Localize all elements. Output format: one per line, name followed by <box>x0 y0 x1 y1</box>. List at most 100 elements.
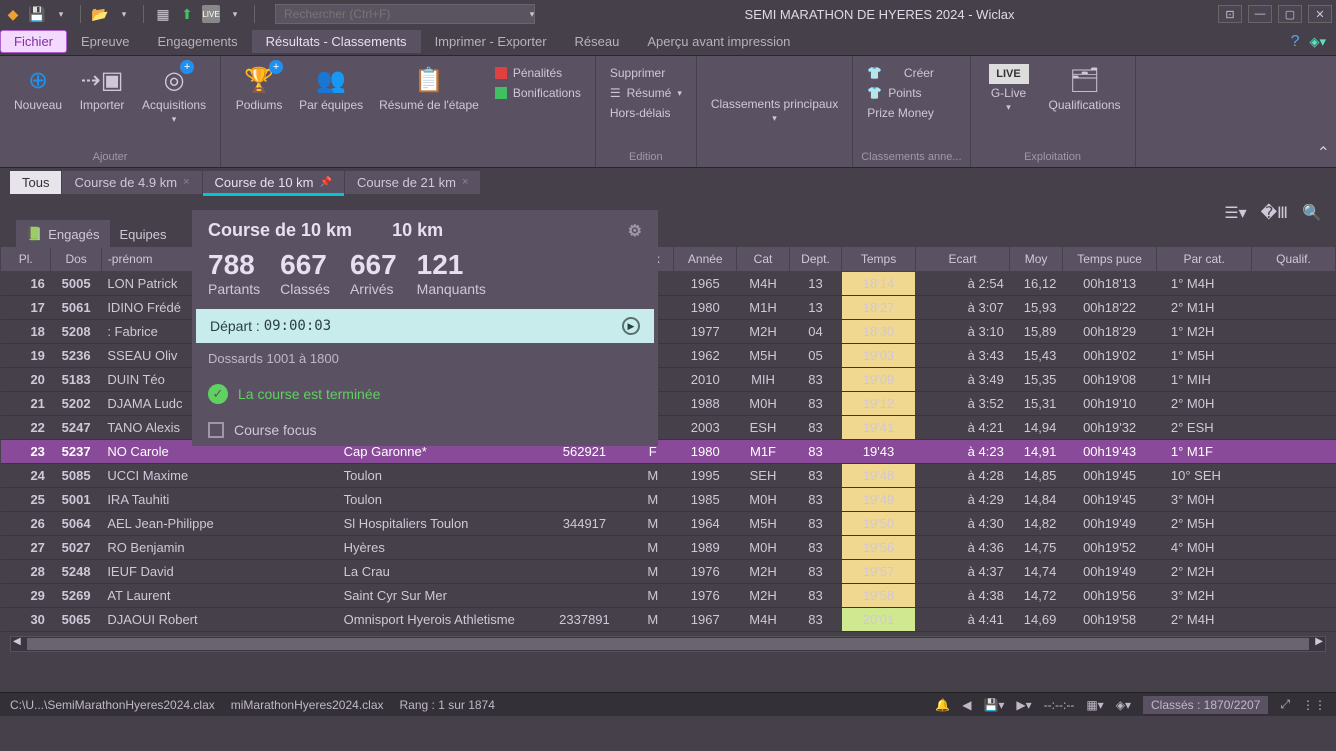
chevron-left-icon[interactable]: ◀ <box>962 698 971 712</box>
tab-course-10[interactable]: Course de 10 km📌 <box>203 171 345 194</box>
stat-arrives-value: 667 <box>350 249 397 281</box>
scrollbar-thumb[interactable] <box>27 638 1309 650</box>
ribbon-acquisitions[interactable]: ◎+ Acquisitions ▾ <box>136 60 212 149</box>
ribbon-label: Classements principaux <box>711 97 838 111</box>
menu-fichier[interactable]: Fichier <box>0 30 67 53</box>
col-cat[interactable]: Cat <box>737 247 790 272</box>
stat-classes-label: Classés <box>280 281 330 297</box>
window-button[interactable]: ⊡ <box>1218 5 1242 23</box>
columns-icon[interactable]: �Ⅲ <box>1261 203 1288 223</box>
menu-resultats[interactable]: Résultats - Classements <box>252 30 421 53</box>
ribbon-group-classements-anne: Classements anne... <box>861 149 961 163</box>
search-icon[interactable]: 🔍 <box>1302 203 1322 223</box>
list-icon: ☰ <box>610 86 621 100</box>
grid-status-icon[interactable]: ▦▾ <box>1086 698 1103 712</box>
col-qualif[interactable]: Qualif. <box>1251 247 1335 272</box>
menu-imprimer[interactable]: Imprimer - Exporter <box>421 30 561 53</box>
tab-tous[interactable]: Tous <box>10 171 62 194</box>
grid-icon[interactable]: ▦ <box>154 5 172 23</box>
table-row[interactable]: 295269AT LaurentSaint Cyr Sur MerM1976M2… <box>1 584 1336 608</box>
app-icon[interactable]: ◆ <box>4 5 22 23</box>
dropdown-icon[interactable]: ▾ <box>523 5 541 23</box>
search-input[interactable] <box>275 4 535 24</box>
gear-icon[interactable]: ⚙ <box>628 221 642 241</box>
flag-icon[interactable]: ▶▾ <box>1016 698 1031 712</box>
ribbon-resume[interactable]: ☰Résumé▾ <box>604 84 688 102</box>
dots-status-icon[interactable]: ⋮⋮ <box>1302 698 1326 712</box>
course-focus-row[interactable]: Course focus <box>192 414 658 446</box>
pin-icon[interactable]: × <box>183 176 189 188</box>
ribbon-podiums[interactable]: 🏆+ Podiums <box>229 60 289 161</box>
col-par-cat[interactable]: Par cat. <box>1157 247 1252 272</box>
col-annee[interactable]: Année <box>674 247 737 272</box>
menu-epreuve[interactable]: Epreuve <box>67 30 143 53</box>
tshirt-green-icon: 👕 <box>867 86 882 100</box>
menu-apercu[interactable]: Aperçu avant impression <box>633 30 804 53</box>
podium-icon: 🏆+ <box>243 64 275 96</box>
ribbon-nouveau[interactable]: ⊕ Nouveau <box>8 60 68 149</box>
horizontal-scrollbar[interactable]: ◀ ▶ <box>10 636 1326 652</box>
folder-open-icon[interactable]: 📂 <box>91 5 109 23</box>
ribbon-prize-money[interactable]: Prize Money <box>861 104 940 122</box>
col-dept[interactable]: Dept. <box>789 247 842 272</box>
check-circle-icon: ✓ <box>208 384 228 404</box>
close-icon[interactable]: × <box>462 176 468 188</box>
ribbon-resume-etape[interactable]: 📋 Résumé de l'étape <box>373 60 485 161</box>
menu-reseau[interactable]: Réseau <box>561 30 634 53</box>
ribbon-creer[interactable]: 👕Créer <box>861 64 940 82</box>
red-square-icon <box>495 67 507 79</box>
dropdown-icon[interactable]: ▾ <box>226 5 244 23</box>
dropdown-icon[interactable]: ▾ <box>52 5 70 23</box>
help-icon[interactable]: ? <box>1291 33 1300 51</box>
ribbon-penalites[interactable]: Pénalités <box>489 64 587 82</box>
ribbon-importer[interactable]: ⇢▣ Importer <box>72 60 132 149</box>
ribbon-points[interactable]: 👕Points <box>861 84 940 102</box>
save-status-icon[interactable]: 💾▾ <box>983 698 1004 712</box>
ribbon-qualifications[interactable]: 🗂 Qualifications <box>1043 60 1127 149</box>
maximize-button[interactable]: ▢ <box>1278 5 1302 23</box>
checkbox-icon[interactable] <box>208 422 224 438</box>
expand-status-icon[interactable]: ⤢ <box>1280 697 1290 712</box>
ribbon-label: Qualifications <box>1049 98 1121 112</box>
summary-icon: 📋 <box>413 64 445 96</box>
minimize-button[interactable]: — <box>1248 5 1272 23</box>
tab-course-49[interactable]: Course de 4.9 km× <box>62 171 202 194</box>
ribbon-par-equipes[interactable]: 👥 Par équipes <box>293 60 369 161</box>
play-circle-icon[interactable]: ▶ <box>622 317 640 335</box>
dossards-range: Dossards 1001 à 1800 <box>192 343 658 374</box>
ribbon-label: Résumé de l'étape <box>379 98 479 112</box>
col-moy[interactable]: Moy <box>1010 247 1063 272</box>
bell-icon[interactable]: 🔔 <box>935 698 950 712</box>
ribbon-classements-principaux[interactable]: Classements principaux ▾ <box>705 60 844 161</box>
table-row[interactable]: 265064AEL Jean-PhilippeSl Hospitaliers T… <box>1 512 1336 536</box>
table-row[interactable]: 245085UCCI MaximeToulonM1995SEH8319'48à … <box>1 464 1336 488</box>
ribbon-hors-delais[interactable]: Hors-délais <box>604 104 688 122</box>
cloud-upload-icon[interactable]: ⬆ <box>178 5 196 23</box>
layers-status-icon[interactable]: ◈▾ <box>1116 698 1131 712</box>
col-temps[interactable]: Temps <box>842 247 916 272</box>
dropdown-icon[interactable]: ▾ <box>115 5 133 23</box>
sectab-engages[interactable]: 📗Engagés <box>16 220 110 248</box>
diamond-icon[interactable]: ◈▾ <box>1309 34 1326 50</box>
tab-course-21[interactable]: Course de 21 km× <box>345 171 481 194</box>
pin-icon[interactable]: 📌 <box>320 177 332 188</box>
depart-row[interactable]: Départ : 09:00:03 ▶ <box>196 309 654 343</box>
table-row[interactable]: 285248IEUF DavidLa CrauM1976M2H8319'57à … <box>1 560 1336 584</box>
col-temps-puce[interactable]: Temps puce <box>1062 247 1157 272</box>
table-row[interactable]: 275027RO BenjaminHyèresM1989M0H8319'56à … <box>1 536 1336 560</box>
qualifications-icon: 🗂 <box>1069 64 1101 96</box>
save-icon[interactable]: 💾 <box>28 5 46 23</box>
filter-icon[interactable]: ☰▾ <box>1224 203 1246 223</box>
sectab-equipes[interactable]: Equipes <box>110 221 177 248</box>
live-badge-icon[interactable]: LIVE <box>202 5 220 23</box>
ribbon-collapse-icon[interactable]: ⌃ <box>1317 143 1330 163</box>
col-ecart[interactable]: Ecart <box>915 247 1010 272</box>
close-button[interactable]: ✕ <box>1308 5 1332 23</box>
table-row[interactable]: 255001IRA TauhitiToulonM1985M0H8319'49à … <box>1 488 1336 512</box>
menu-engagements[interactable]: Engagements <box>143 30 251 53</box>
table-row[interactable]: 305065DJAOUI RobertOmnisport Hyerois Ath… <box>1 608 1336 632</box>
status-path: C:\U...\SemiMarathonHyeres2024.clax <box>10 698 215 712</box>
status-rang: Rang : 1 sur 1874 <box>400 698 495 712</box>
ribbon-bonifications[interactable]: Bonifications <box>489 84 587 102</box>
ribbon-glive[interactable]: LIVE G-Live ▾ <box>979 60 1039 149</box>
